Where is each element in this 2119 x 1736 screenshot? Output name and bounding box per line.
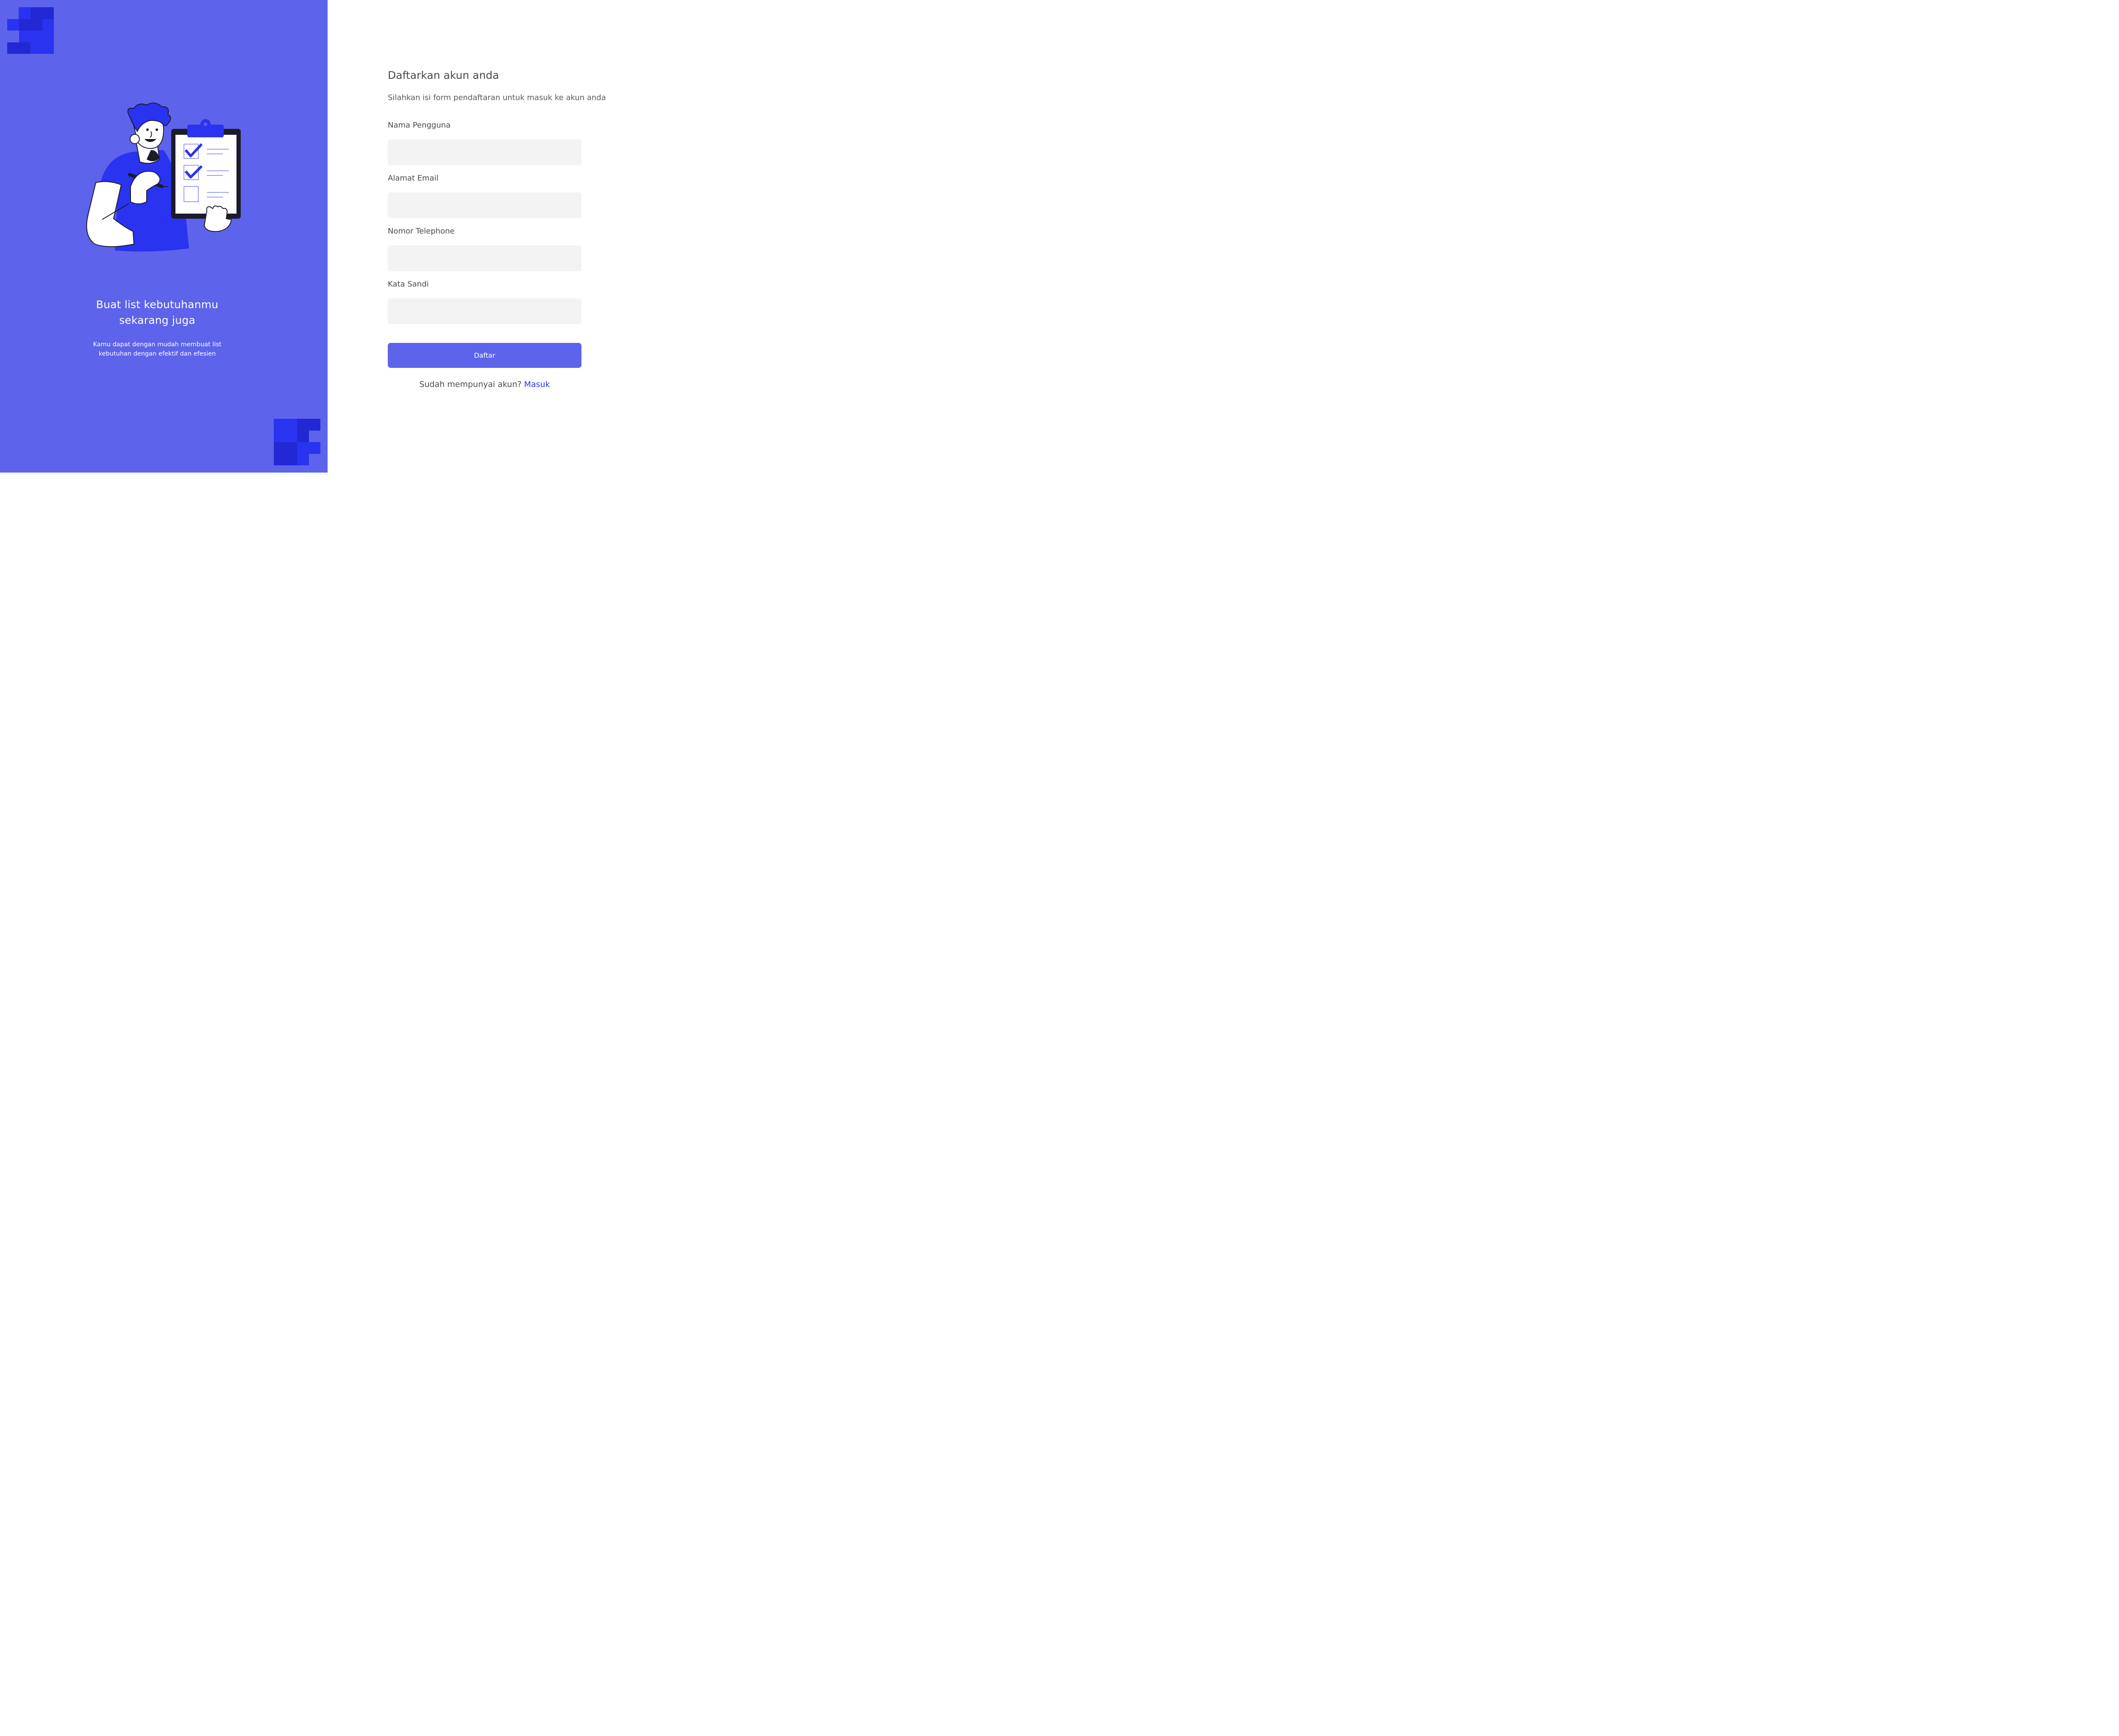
form-title: Daftarkan akun anda <box>388 69 499 81</box>
hero-title: Buat list kebutuhanmu sekarang juga <box>51 297 264 328</box>
form-subtitle: Silahkan isi form pendaftaran untuk masu… <box>388 93 606 102</box>
password-label: Kata Sandi <box>388 280 429 289</box>
hero-description-line2: kebutuhan dengan efektif dan efesien <box>98 351 216 357</box>
brand-logo-bottom-icon <box>274 419 320 465</box>
hero-title-line1: Buat list kebutuhanmu <box>96 298 219 311</box>
email-label: Alamat Email <box>388 174 439 183</box>
signin-prompt: Sudah mempunyai akun? <box>419 380 522 389</box>
username-input[interactable] <box>388 139 581 165</box>
phone-input[interactable] <box>388 245 581 271</box>
registration-panel: Daftarkan akun anda Silahkan isi form pe… <box>328 0 655 473</box>
phone-label: Nomor Telephone <box>388 227 455 236</box>
brand-logo-icon <box>7 7 54 54</box>
email-input[interactable] <box>388 192 581 218</box>
password-input[interactable] <box>388 298 581 324</box>
hero-description-line1: Kamu dapat dengan mudah membuat list <box>93 341 222 348</box>
hero-description: Kamu dapat dengan mudah membuat list keb… <box>72 340 242 359</box>
signin-link[interactable]: Masuk <box>524 380 550 389</box>
left-panel: Buat list kebutuhanmu sekarang juga Kamu… <box>0 0 328 473</box>
hero-title-line2: sekarang juga <box>119 314 195 326</box>
username-label: Nama Pengguna <box>388 121 451 130</box>
signin-row: Sudah mempunyai akun? Masuk <box>388 380 581 389</box>
man-with-checklist-illustration <box>86 102 241 252</box>
register-button[interactable]: Daftar <box>388 343 581 368</box>
